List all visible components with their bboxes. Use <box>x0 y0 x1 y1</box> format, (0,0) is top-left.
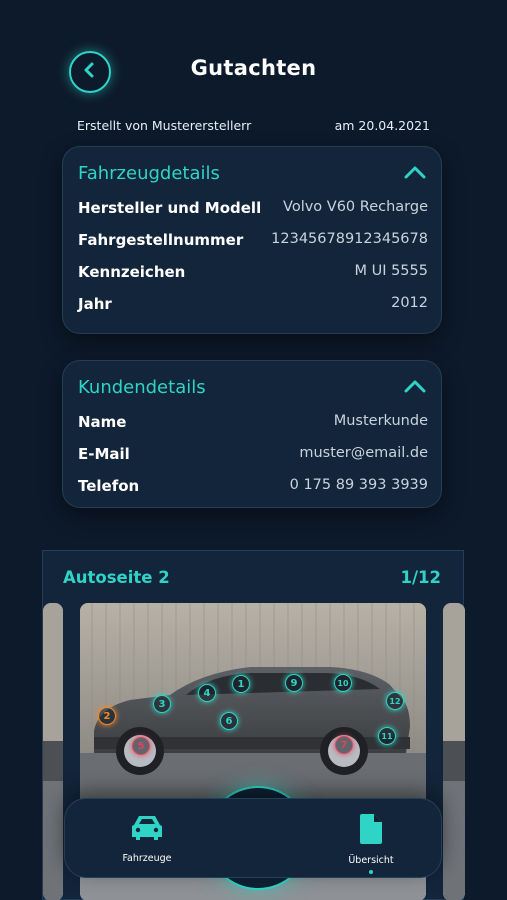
created-date-text: am 20.04.2021 <box>334 118 430 133</box>
created-by-text: Erstellt von Mustererstellerr <box>77 118 252 133</box>
vehicle-row-year: Jahr 2012 <box>78 295 428 327</box>
gallery-page-counter: 1/12 <box>400 568 441 587</box>
damage-marker[interactable]: 3 <box>153 695 171 713</box>
row-value: M UI 5555 <box>354 263 428 279</box>
damage-marker[interactable]: 4 <box>198 684 216 702</box>
damage-marker[interactable]: 6 <box>220 712 238 730</box>
header: Gutachten <box>0 46 507 96</box>
customer-row-phone: Telefon 0 175 89 393 3939 <box>78 477 428 509</box>
gallery-title: Autoseite 2 <box>63 568 170 587</box>
row-label: Telefon <box>78 477 140 495</box>
vehicle-details-card: Fahrzeugdetails Hersteller und Modell Vo… <box>62 146 442 334</box>
damage-marker[interactable]: 12 <box>386 692 404 710</box>
active-indicator <box>369 870 373 874</box>
row-label: Kennzeichen <box>78 263 186 281</box>
customer-row-name: Name Musterkunde <box>78 413 428 445</box>
report-meta: Erstellt von Mustererstellerr am 20.04.2… <box>77 118 430 133</box>
vehicle-row-model: Hersteller und Modell Volvo V60 Recharge <box>78 199 428 231</box>
row-value[interactable]: 0 175 89 393 3939 <box>290 477 428 493</box>
car-icon <box>129 813 165 847</box>
row-value[interactable]: muster@email.de <box>299 445 428 461</box>
chevron-up-icon <box>404 164 426 183</box>
nav-vehicles-label: Fahrzeuge <box>122 853 172 864</box>
row-label: Fahrgestellnummer <box>78 231 244 249</box>
row-label: Name <box>78 413 127 431</box>
nav-overview[interactable]: Übersicht <box>331 813 411 874</box>
row-label: Jahr <box>78 295 112 313</box>
document-icon <box>358 813 384 849</box>
row-value: 2012 <box>391 295 428 311</box>
bottom-nav: Fahrzeuge Übersicht <box>64 798 442 878</box>
customer-details-title: Kundendetails <box>78 377 206 398</box>
damage-marker[interactable]: 9 <box>285 674 303 692</box>
damage-marker[interactable]: 7 <box>335 736 353 754</box>
vehicle-details-collapse-button[interactable] <box>404 164 426 183</box>
row-value: Musterkunde <box>333 413 428 429</box>
damage-marker[interactable]: 2 <box>98 707 116 725</box>
nav-overview-label: Übersicht <box>348 855 394 866</box>
page-title: Gutachten <box>190 56 317 80</box>
vehicle-row-vin: Fahrgestellnummer 12345678912345678 <box>78 231 428 263</box>
vehicle-row-plate: Kennzeichen M UI 5555 <box>78 263 428 295</box>
row-value: Volvo V60 Recharge <box>283 199 428 215</box>
chevron-up-icon <box>404 378 426 397</box>
damage-marker[interactable]: 5 <box>132 737 150 755</box>
customer-details-collapse-button[interactable] <box>404 378 426 397</box>
next-photo[interactable] <box>443 603 465 900</box>
nav-vehicles[interactable]: Fahrzeuge <box>107 813 187 864</box>
customer-details-card: Kundendetails Name Musterkunde E-Mail mu… <box>62 360 442 508</box>
vehicle-details-title: Fahrzeugdetails <box>78 163 220 184</box>
damage-marker[interactable]: 1 <box>232 675 250 693</box>
previous-photo[interactable] <box>43 603 63 900</box>
row-label: Hersteller und Modell <box>78 199 262 217</box>
row-label: E-Mail <box>78 445 130 463</box>
customer-row-email: E-Mail muster@email.de <box>78 445 428 477</box>
damage-marker[interactable]: 10 <box>334 674 352 692</box>
damage-marker[interactable]: 11 <box>378 727 396 745</box>
row-value: 12345678912345678 <box>271 231 428 247</box>
